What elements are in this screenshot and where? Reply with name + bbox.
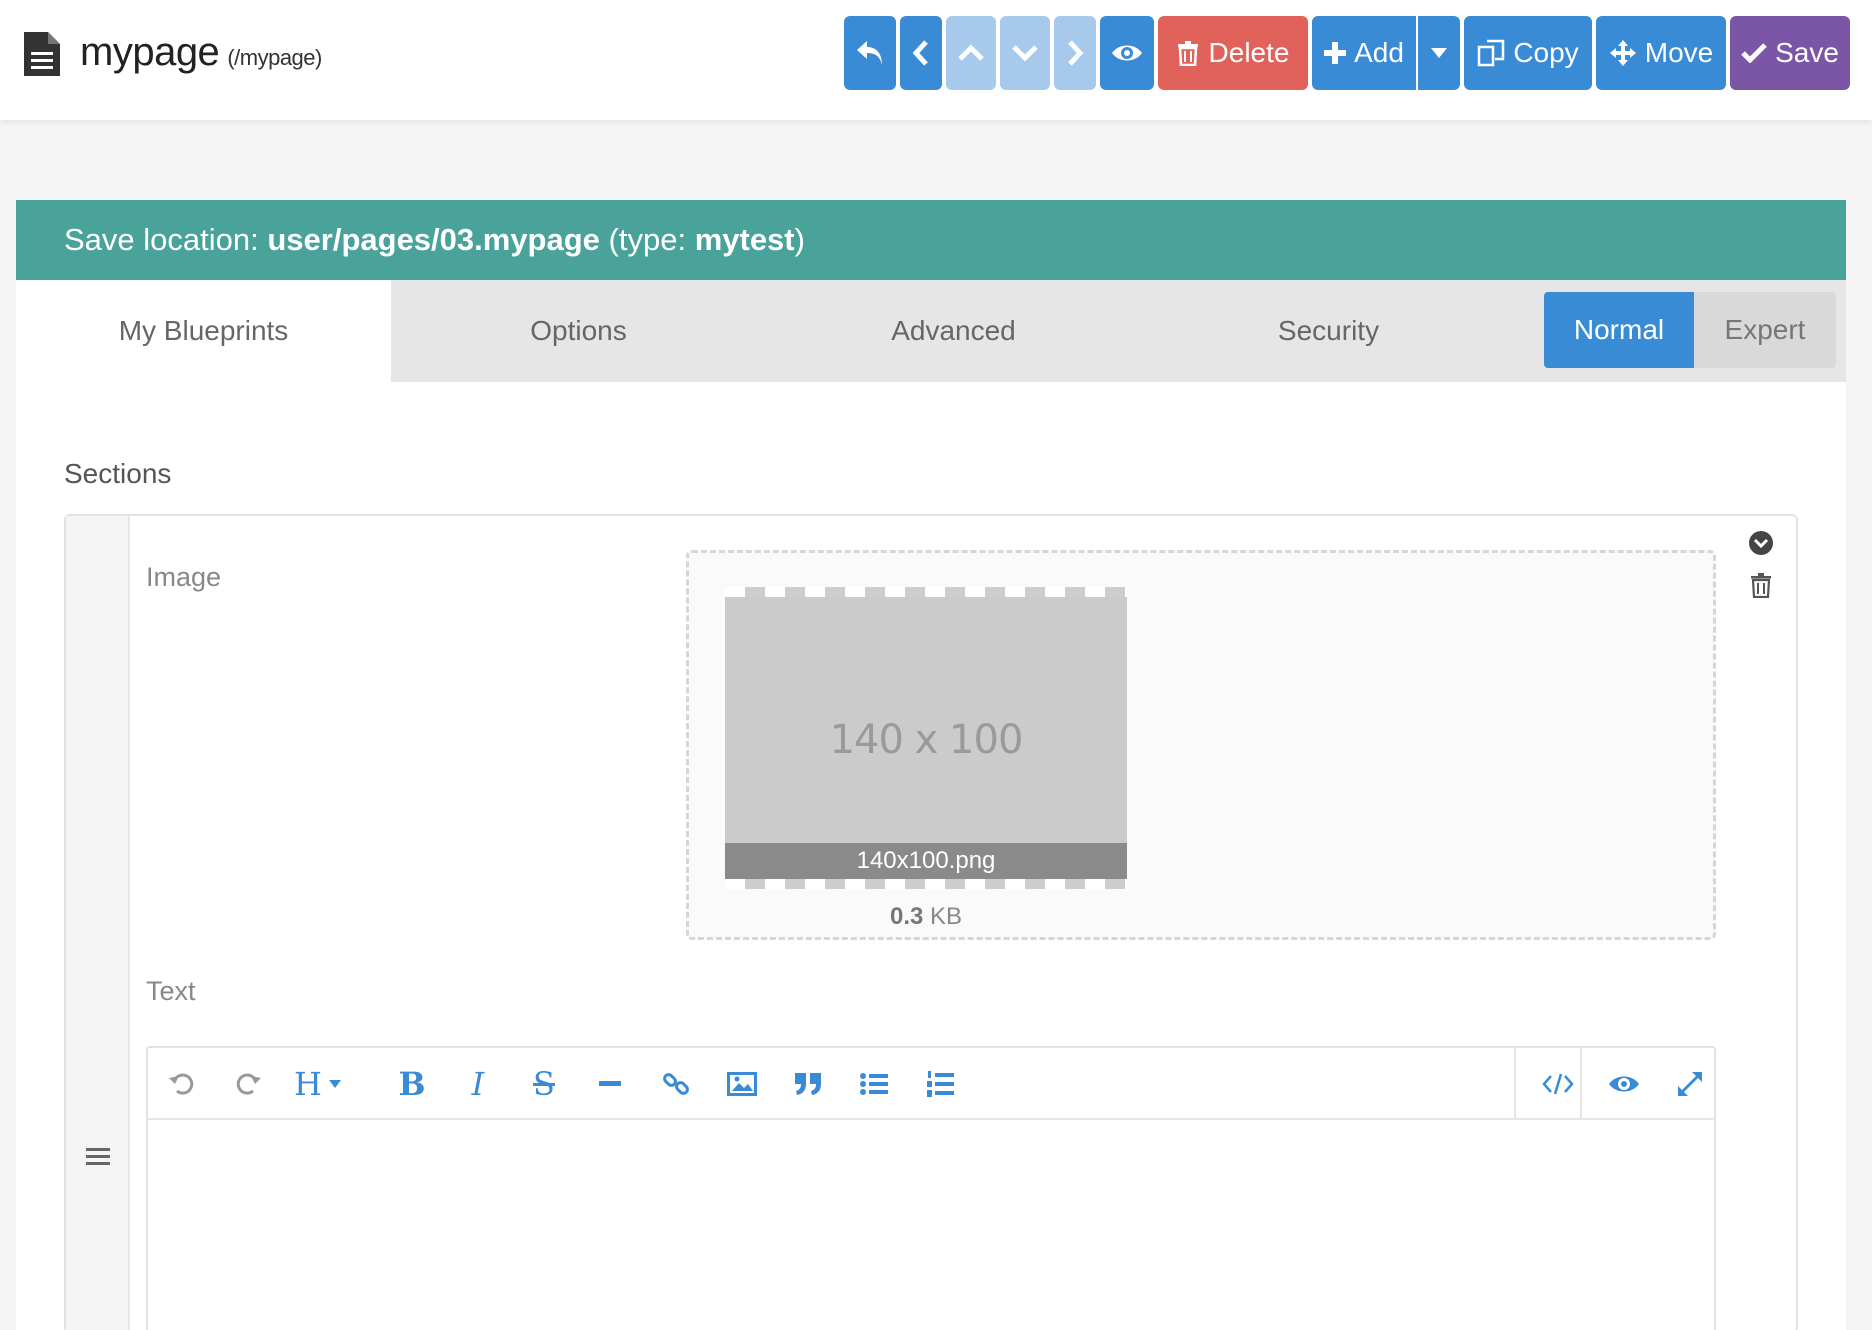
- save-type-suffix: ): [794, 222, 805, 257]
- tab-my-blueprints[interactable]: My Blueprints: [16, 280, 391, 382]
- undo-icon: [857, 41, 882, 65]
- image-thumbnail-dimensions: 140 x 100: [829, 717, 1024, 763]
- eye-icon: [1112, 45, 1142, 61]
- save-type-value: mytest: [694, 222, 795, 257]
- save-button[interactable]: Save: [1730, 16, 1850, 90]
- horizontal-rule-icon: [599, 1081, 621, 1086]
- image-thumbnail-edge: [725, 879, 1127, 889]
- editor-bullet-list-button[interactable]: [854, 1064, 894, 1104]
- page-route: (/mypage): [227, 45, 322, 70]
- preview-button[interactable]: [1100, 16, 1154, 90]
- save-button-label: Save: [1775, 37, 1839, 68]
- editor-toolbar: H B I S: [148, 1048, 1714, 1120]
- tab-options[interactable]: Options: [391, 280, 766, 382]
- editor-hr-button[interactable]: [590, 1064, 630, 1104]
- image-field-label: Image: [146, 562, 222, 592]
- move-button[interactable]: Move: [1596, 16, 1726, 90]
- section-item: Image 140 x 100 140x100.png 0.3 KB Text: [64, 514, 1798, 1330]
- trash-icon[interactable]: [1750, 572, 1772, 598]
- editor-redo-button[interactable]: [228, 1064, 268, 1104]
- editor-strikethrough-button[interactable]: S: [524, 1064, 564, 1104]
- circle-chevron-down-icon[interactable]: [1748, 530, 1774, 556]
- copy-icon: [1478, 39, 1505, 67]
- file-icon: [24, 32, 60, 76]
- editor-italic-button[interactable]: I: [458, 1064, 498, 1104]
- editor-quote-button[interactable]: [788, 1064, 828, 1104]
- plus-icon: [1324, 42, 1347, 64]
- image-thumbnail[interactable]: 140 x 100 140x100.png: [725, 587, 1127, 889]
- image-filename: 140x100.png: [725, 843, 1127, 879]
- sections-label: Sections: [64, 458, 172, 489]
- move-down-button[interactable]: [1000, 16, 1050, 90]
- add-button-label: Add: [1354, 37, 1404, 68]
- italic-icon: I: [471, 1065, 485, 1103]
- eye-icon: [1609, 1076, 1639, 1092]
- tab-bar: My Blueprints Options Advanced Security …: [16, 280, 1846, 382]
- heading-icon: H: [294, 1065, 322, 1103]
- editor-heading-button[interactable]: H: [294, 1064, 354, 1104]
- page-title: mypage (/mypage): [80, 30, 322, 75]
- code-icon: [1542, 1073, 1574, 1095]
- caret-down-icon: [328, 1080, 341, 1088]
- bold-icon: B: [398, 1065, 426, 1103]
- tab-advanced[interactable]: Advanced: [766, 280, 1141, 382]
- hamburger-icon: [86, 1148, 110, 1165]
- mode-normal-button[interactable]: Normal: [1544, 292, 1694, 368]
- page-title-text: mypage: [80, 30, 220, 74]
- image-filesize-unit: KB: [923, 903, 963, 930]
- editor-code-button[interactable]: [1538, 1064, 1578, 1104]
- trash-icon: [1177, 41, 1198, 66]
- image-icon: [727, 1072, 757, 1096]
- editor-text-area[interactable]: [148, 1120, 1714, 1330]
- previous-page-button[interactable]: [900, 16, 942, 90]
- move-up-button[interactable]: [946, 16, 996, 90]
- move-button-label: Move: [1644, 37, 1714, 68]
- editor-toolbar-divider: [1580, 1048, 1582, 1120]
- quote-icon: [795, 1073, 821, 1095]
- bullet-list-icon: [860, 1073, 888, 1095]
- redo-icon: [236, 1073, 261, 1095]
- save-type-prefix: (type:: [599, 222, 695, 257]
- text-field-label: Text: [146, 976, 196, 1006]
- strikethrough-icon: S: [533, 1065, 555, 1103]
- expand-icon: [1678, 1072, 1702, 1096]
- section-drag-handle[interactable]: [66, 516, 130, 1330]
- delete-button[interactable]: Delete: [1158, 16, 1308, 90]
- next-page-button[interactable]: [1054, 16, 1096, 90]
- editor-fullscreen-button[interactable]: [1670, 1064, 1710, 1104]
- numbered-list-icon: [927, 1071, 954, 1097]
- image-filesize-value: 0.3: [889, 903, 924, 930]
- save-location-prefix: Save location:: [64, 222, 268, 257]
- chevron-right-icon: [1068, 40, 1084, 66]
- copy-button-label: Copy: [1513, 37, 1579, 68]
- check-icon: [1741, 43, 1767, 63]
- editor-numbered-list-button[interactable]: [920, 1064, 960, 1104]
- link-icon: [663, 1073, 689, 1095]
- editor-undo-button[interactable]: [162, 1064, 202, 1104]
- editor-bold-button[interactable]: B: [392, 1064, 432, 1104]
- markdown-editor[interactable]: H B I S: [146, 1046, 1716, 1330]
- image-filesize: 0.3 KB: [725, 903, 1127, 931]
- chevron-up-icon: [958, 44, 984, 61]
- arrows-move-icon: [1609, 40, 1636, 66]
- save-location-path: user/pages/03.mypage: [267, 222, 600, 257]
- add-dropdown-button[interactable]: [1418, 16, 1460, 90]
- editor-preview-button[interactable]: [1604, 1064, 1644, 1104]
- chevron-down-icon: [1012, 45, 1038, 62]
- caret-down-icon: [1431, 48, 1447, 58]
- copy-button[interactable]: Copy: [1464, 16, 1592, 90]
- undo-icon: [169, 1073, 194, 1095]
- editor-link-button[interactable]: [656, 1064, 696, 1104]
- chevron-left-icon: [912, 40, 928, 66]
- add-button[interactable]: Add: [1312, 16, 1416, 90]
- save-location-bar: Save location: user/pages/03.mypage (typ…: [16, 200, 1846, 280]
- image-dropzone[interactable]: 140 x 100 140x100.png 0.3 KB: [686, 550, 1716, 940]
- editor-toolbar-divider: [1514, 1048, 1516, 1120]
- page-editor-panel: Save location: user/pages/03.mypage (typ…: [16, 200, 1846, 1330]
- editor-image-button[interactable]: [722, 1064, 762, 1104]
- back-button[interactable]: [844, 16, 896, 90]
- mode-expert-button[interactable]: Expert: [1694, 292, 1836, 368]
- tab-security[interactable]: Security: [1141, 280, 1516, 382]
- delete-button-label: Delete: [1208, 37, 1290, 68]
